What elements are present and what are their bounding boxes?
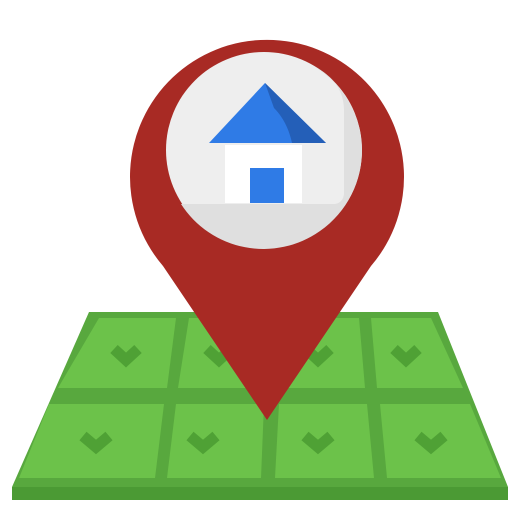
icon-canvas: [0, 0, 516, 514]
house-door: [250, 168, 284, 203]
home-location-map-icon: [12, 39, 508, 500]
map-front-edge: [12, 487, 508, 500]
